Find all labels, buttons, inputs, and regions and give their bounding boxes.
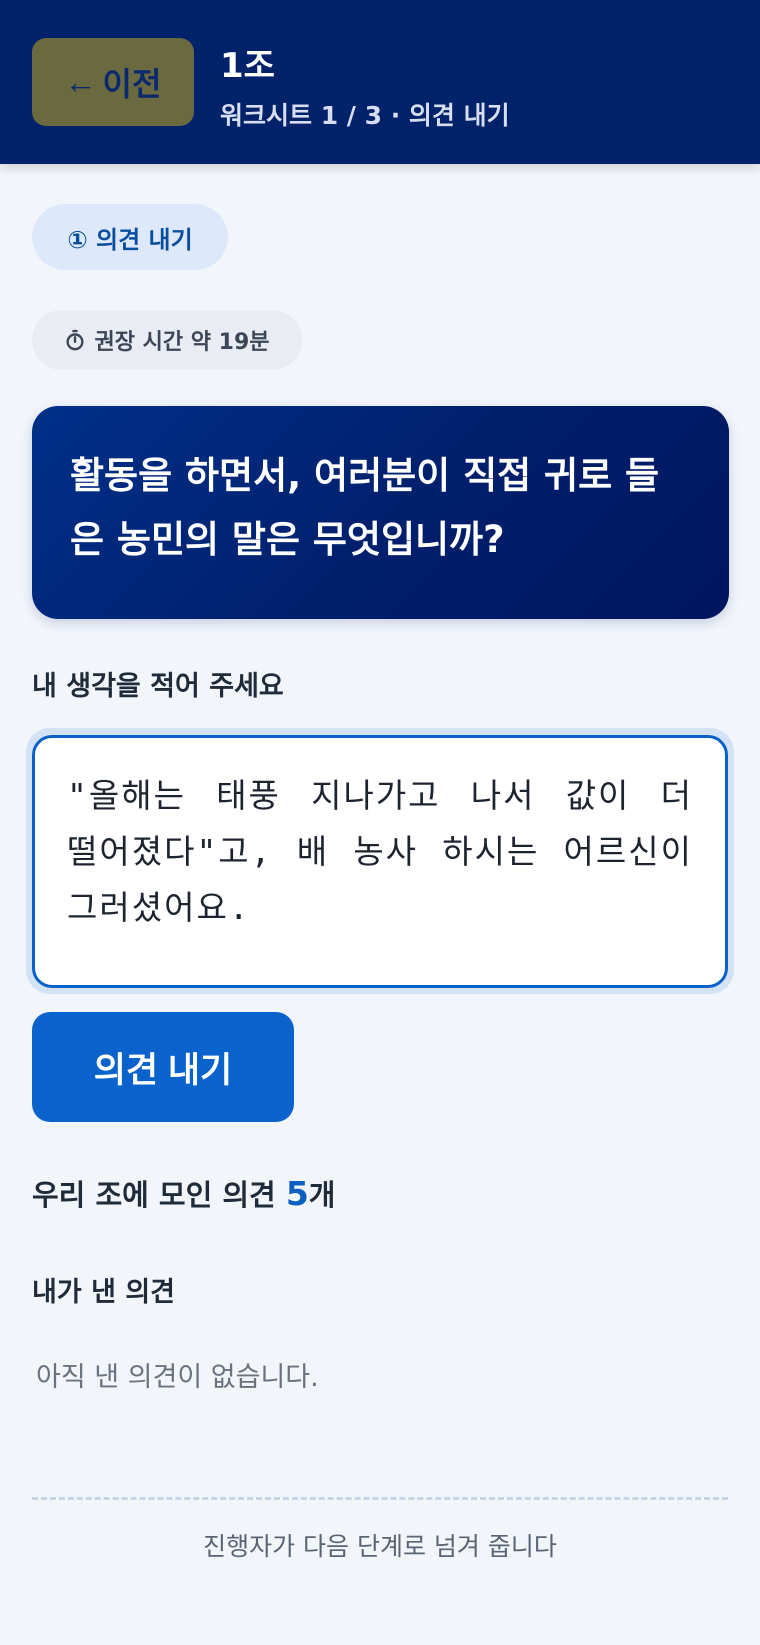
step-badge: ① 의견 내기	[32, 204, 228, 270]
recommended-time-label: 권장 시간 약 19분	[94, 330, 270, 355]
my-opinions-empty: 아직 낸 의견이 없습니다.	[36, 1362, 319, 1393]
answer-label: 내 생각을 적어 주세요	[32, 671, 284, 702]
worksheet-subtitle: 워크시트 1 / 3 · 의견 내기	[220, 101, 510, 130]
footer-divider	[32, 1497, 728, 1500]
count-suffix: 개	[308, 1178, 336, 1212]
back-button-label: 이전	[102, 66, 162, 102]
back-button[interactable]: ← 이전	[32, 38, 194, 126]
group-title: 1조	[220, 46, 275, 86]
count-number: 5	[285, 1174, 309, 1213]
footer-note: 진행자가 다음 단계로 넘겨 줍니다	[203, 1532, 557, 1561]
submit-opinion-button[interactable]: 의견 내기	[32, 1012, 294, 1122]
answer-textarea[interactable]: "올해는 태풍 지나가고 나서 값이 더 떨어졌다"고, 배 농사 하시는 어르…	[32, 735, 728, 988]
question-text: 활동을 하면서, 여러분이 직접 귀로 들은 농민의 말은 무엇입니까?	[70, 454, 660, 561]
recommended-time-badge: 권장 시간 약 19분	[32, 310, 302, 370]
stopwatch-icon	[66, 329, 84, 351]
count-prefix: 우리 조에 모인 의견	[32, 1178, 286, 1212]
back-arrow-icon: ←	[64, 63, 97, 100]
top-header: ← 이전 1조 워크시트 1 / 3 · 의견 내기	[0, 0, 760, 164]
group-opinion-count: 우리 조에 모인 의견 5개	[32, 1172, 335, 1214]
my-opinions-title: 내가 낸 의견	[32, 1277, 175, 1308]
question-card: 활동을 하면서, 여러분이 직접 귀로 들은 농민의 말은 무엇입니까?	[32, 406, 729, 619]
